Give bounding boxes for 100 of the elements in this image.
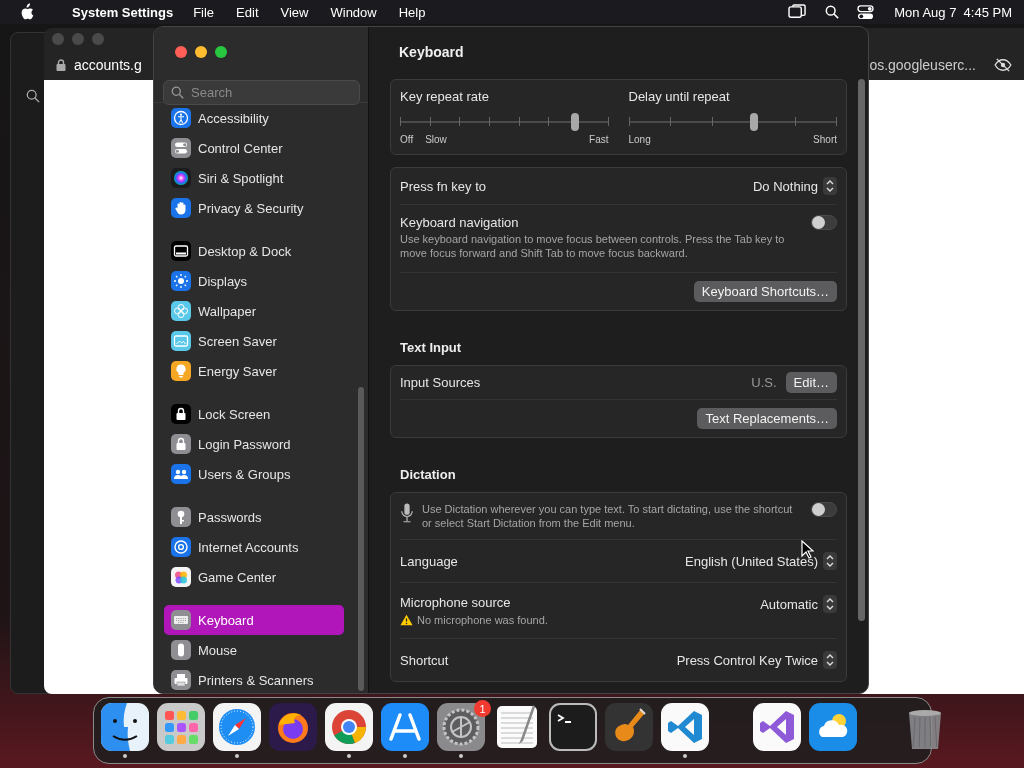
setting-label: Keyboard navigation <box>400 215 520 230</box>
menu-item[interactable]: Window <box>330 4 377 20</box>
setting-description: Use keyboard navigation to move focus between controls. Press the Tab key to move focus forward and Shift Tab to move focus backward. <box>400 232 786 260</box>
toggle-switch[interactable] <box>811 502 837 517</box>
key-icon <box>171 507 191 527</box>
scrollbar[interactable] <box>858 79 865 621</box>
scale-label: Slow <box>425 134 447 145</box>
mouse-icon <box>171 640 191 660</box>
toggle-switch[interactable] <box>811 215 837 230</box>
dictation-description: Use Dictation wherever you can type text. To start dictating, use the shortcut or select Start Dictation from the Edit menu. <box>422 502 794 530</box>
guitar-icon[interactable] <box>605 703 653 751</box>
sun-icon <box>171 271 191 291</box>
people-icon <box>171 464 191 484</box>
minimize-button[interactable] <box>195 46 207 58</box>
slider-track[interactable] <box>400 113 609 131</box>
sidebar-item[interactable]: Screen Saver <box>164 326 344 356</box>
scrollbar[interactable] <box>358 387 364 691</box>
scale-label: Long <box>628 134 651 145</box>
terminal-icon[interactable] <box>549 703 597 751</box>
close-button[interactable] <box>175 46 187 58</box>
section-heading: Dictation <box>400 467 457 482</box>
sidebar-item[interactable]: Wallpaper <box>164 296 344 326</box>
gear-icon[interactable] <box>437 703 485 751</box>
microphone-icon <box>400 502 414 524</box>
sidebar-item[interactable]: Siri & Spotlight <box>164 163 344 193</box>
slider-thumb[interactable] <box>749 113 758 131</box>
keyboard-shortcuts-button[interactable]: Keyboard Shortcuts… <box>693 281 837 302</box>
slider-track[interactable] <box>628 113 837 131</box>
orb-icon <box>171 168 191 188</box>
windows-stack-icon[interactable] <box>788 3 808 21</box>
sidebar-item[interactable]: Login Password <box>164 429 344 459</box>
setting-label: Press fn key to <box>400 178 486 194</box>
lock-icon <box>56 59 66 71</box>
clock[interactable]: Mon Aug 7 4:45 PM <box>894 4 1012 20</box>
sidebar-item[interactable]: Passwords <box>164 502 344 532</box>
sidebar-item[interactable]: Internet Accounts <box>164 532 344 562</box>
sidebar-item[interactable]: Privacy & Security <box>164 193 344 223</box>
apple-logo-icon[interactable] <box>19 3 34 21</box>
dock-icon <box>171 241 191 261</box>
sidebar-item[interactable]: Energy Saver <box>164 356 344 386</box>
setting-label: Language <box>400 553 458 569</box>
hand-icon <box>171 198 191 218</box>
popup-button[interactable]: Press Control Key Twice <box>676 651 837 669</box>
menu-item[interactable]: Edit <box>236 4 259 20</box>
popup-button[interactable]: Do Nothing <box>752 177 837 195</box>
menu-item[interactable]: Help <box>398 4 426 20</box>
sidebar-item[interactable]: Mouse <box>164 635 344 665</box>
zoom-button[interactable] <box>215 46 227 58</box>
control-center-icon[interactable] <box>857 4 875 20</box>
sidebar-item[interactable]: Displays <box>164 266 344 296</box>
toggles-icon <box>171 138 191 158</box>
lock-icon <box>171 404 191 424</box>
popup-button[interactable]: Automatic <box>760 595 837 613</box>
cloud-sun-icon[interactable] <box>809 703 857 751</box>
edit-button[interactable]: Edit… <box>785 372 837 393</box>
setting-value: U.S. <box>751 375 777 390</box>
url-text: accounts.g <box>74 57 142 73</box>
warning-icon <box>400 614 413 626</box>
setting-label: Shortcut <box>400 652 449 668</box>
section-heading: Text Input <box>400 340 463 355</box>
keyboard-icon <box>171 610 191 630</box>
sidebar-item[interactable]: Game Center <box>164 562 344 592</box>
stepper-icon <box>823 177 837 195</box>
menu-item[interactable]: View <box>280 4 309 20</box>
sidebar-item[interactable]: Users & Groups <box>164 459 344 489</box>
sidebar-item[interactable]: Accessibility <box>164 103 344 133</box>
setting-label: Input Sources <box>400 375 481 390</box>
sidebar-item[interactable]: Desktop & Dock <box>164 236 344 266</box>
letter-a-icon[interactable] <box>381 703 429 751</box>
sidebar-item[interactable]: Control Center <box>164 133 344 163</box>
menu-item[interactable]: File <box>193 4 215 20</box>
ribbon-icon[interactable] <box>753 703 801 751</box>
text-replacements-button[interactable]: Text Replacements… <box>697 408 837 429</box>
stepper-icon <box>823 595 837 613</box>
eye-slash-icon[interactable] <box>994 58 1012 72</box>
app-name-menu[interactable]: System Settings <box>72 4 174 20</box>
warning-text: No microphone was found. <box>417 614 548 626</box>
ring-logo-icon[interactable] <box>325 703 373 751</box>
slider-thumb[interactable] <box>571 113 580 131</box>
bubbles-icon <box>171 567 191 587</box>
smiling-face-icon[interactable] <box>101 703 149 751</box>
scale-label: Short <box>813 134 837 145</box>
slider-label: Delay until repeat <box>628 89 731 104</box>
monitor-icon <box>171 331 191 351</box>
sidebar-item[interactable]: Printers & Scanners <box>164 665 344 693</box>
lock-icon <box>171 434 191 454</box>
search-icon[interactable] <box>825 5 840 19</box>
scale-label: Off <box>400 134 414 145</box>
app-grid-icon[interactable] <box>157 703 205 751</box>
scale-label: Fast <box>589 134 609 145</box>
compass-icon[interactable] <box>213 703 261 751</box>
search-icon[interactable] <box>26 89 40 103</box>
ribbon-icon[interactable] <box>661 703 709 751</box>
sidebar-item[interactable]: Keyboard <box>164 605 344 635</box>
search-field[interactable]: Search <box>163 80 360 105</box>
popup-button[interactable]: English (United States) <box>685 552 837 570</box>
stepper-icon <box>823 552 837 570</box>
url-text: os.googleuserc... <box>869 57 976 73</box>
notification-badge: 1 <box>474 700 491 717</box>
sidebar-item[interactable]: Lock Screen <box>164 399 344 429</box>
